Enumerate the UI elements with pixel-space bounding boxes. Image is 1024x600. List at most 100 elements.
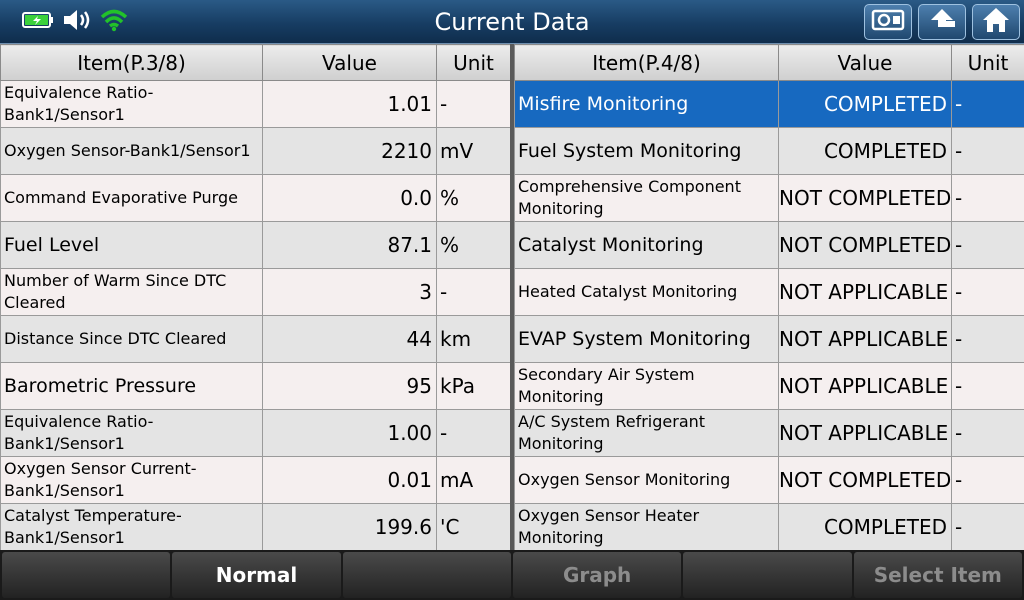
unit-cell: - [951, 315, 1024, 363]
table-row[interactable]: Oxygen Sensor Current-Bank1/Sensor1 0.01… [0, 456, 511, 504]
item-cell: Command Evaporative Purge [0, 174, 263, 222]
unit-cell: 'C [436, 503, 511, 551]
graph-button[interactable]: Graph [512, 552, 682, 598]
table-row-selected[interactable]: Misfire Monitoring COMPLETED - [514, 80, 1024, 128]
left-data-table: Item(P.3/8) Value Unit Equivalence Ratio… [0, 44, 511, 551]
item-cell: Equivalence Ratio-Bank1/Sensor1 [0, 409, 263, 457]
right-data-panel: Item(P.4/8) Value Unit Misfire Monitorin… [514, 44, 1024, 551]
item-cell: Comprehensive Component Monitoring [514, 174, 779, 222]
unit-cell: - [436, 268, 511, 316]
toolbar-button-5[interactable] [683, 552, 852, 598]
table-row[interactable]: Oxygen Sensor Heater Monitoring COMPLETE… [514, 503, 1024, 551]
table-row[interactable]: Distance Since DTC Cleared 44 km [0, 315, 511, 363]
value-cell: NOT COMPLETED [778, 456, 952, 504]
item-cell: Catalyst Temperature-Bank1/Sensor1 [0, 503, 263, 551]
camera-icon [871, 8, 905, 36]
table-row[interactable]: Equivalence Ratio-Bank1/Sensor1 1.00 - [0, 409, 511, 457]
table-row[interactable]: Secondary Air System Monitoring NOT APPL… [514, 362, 1024, 410]
unit-cell: - [436, 409, 511, 457]
column-header-value[interactable]: Value [262, 44, 437, 81]
unit-cell: mV [436, 127, 511, 175]
item-cell: Oxygen Sensor Current-Bank1/Sensor1 [0, 456, 263, 504]
value-cell: NOT COMPLETED [778, 221, 952, 269]
column-header-unit[interactable]: Unit [436, 44, 511, 81]
item-cell: Oxygen Sensor Monitoring [514, 456, 779, 504]
table-row[interactable]: EVAP System Monitoring NOT APPLICABLE - [514, 315, 1024, 363]
table-row[interactable]: Oxygen Sensor-Bank1/Sensor1 2210 mV [0, 127, 511, 175]
table-row[interactable]: Command Evaporative Purge 0.0 % [0, 174, 511, 222]
item-cell: Oxygen Sensor Heater Monitoring [514, 503, 779, 551]
item-cell: Catalyst Monitoring [514, 221, 779, 269]
home-button[interactable] [972, 4, 1020, 40]
right-data-table: Item(P.4/8) Value Unit Misfire Monitorin… [514, 44, 1024, 551]
table-row[interactable]: Oxygen Sensor Monitoring NOT COMPLETED - [514, 456, 1024, 504]
unit-cell: - [951, 456, 1024, 504]
value-cell: 95 [262, 362, 437, 410]
table-row[interactable]: Equivalence Ratio-Bank1/Sensor1 1.01 - [0, 80, 511, 128]
unit-cell: kPa [436, 362, 511, 410]
item-cell: Fuel Level [0, 221, 263, 269]
back-button[interactable] [918, 4, 966, 40]
value-cell: NOT APPLICABLE [778, 409, 952, 457]
left-data-panel: Item(P.3/8) Value Unit Equivalence Ratio… [0, 44, 511, 551]
unit-cell: % [436, 174, 511, 222]
value-cell: NOT COMPLETED [778, 174, 952, 222]
value-cell: 0.0 [262, 174, 437, 222]
value-cell: 1.01 [262, 80, 437, 128]
value-cell: 87.1 [262, 221, 437, 269]
item-cell: Oxygen Sensor-Bank1/Sensor1 [0, 127, 263, 175]
unit-cell: - [951, 174, 1024, 222]
camera-button[interactable] [864, 4, 912, 40]
value-cell: COMPLETED [778, 80, 952, 128]
value-cell: NOT APPLICABLE [778, 315, 952, 363]
value-cell: NOT APPLICABLE [778, 362, 952, 410]
toolbar-button-3[interactable] [342, 552, 511, 598]
unit-cell: % [436, 221, 511, 269]
item-cell: Equivalence Ratio-Bank1/Sensor1 [0, 80, 263, 128]
unit-cell: - [951, 362, 1024, 410]
column-header-item[interactable]: Item(P.4/8) [514, 44, 779, 81]
nav-buttons [864, 4, 1020, 40]
column-header-unit[interactable]: Unit [951, 44, 1024, 81]
item-cell: Distance Since DTC Cleared [0, 315, 263, 363]
right-header-row: Item(P.4/8) Value Unit [514, 44, 1024, 81]
unit-cell: - [951, 127, 1024, 175]
select-item-button[interactable]: Select Item [853, 552, 1022, 598]
unit-cell: - [951, 503, 1024, 551]
table-row[interactable]: Comprehensive Component Monitoring NOT C… [514, 174, 1024, 222]
item-cell: Barometric Pressure [0, 362, 263, 410]
table-row[interactable]: Fuel System Monitoring COMPLETED - [514, 127, 1024, 175]
unit-cell: mA [436, 456, 511, 504]
value-cell: COMPLETED [778, 127, 952, 175]
normal-button[interactable]: Normal [172, 552, 341, 598]
item-cell: Secondary Air System Monitoring [514, 362, 779, 410]
unit-cell: - [951, 268, 1024, 316]
value-cell: 0.01 [262, 456, 437, 504]
toolbar-button-1[interactable] [2, 552, 171, 598]
table-row[interactable]: Catalyst Temperature-Bank1/Sensor1 199.6… [0, 503, 511, 551]
item-cell: Heated Catalyst Monitoring [514, 268, 779, 316]
bottom-toolbar: Normal Graph Select Item [0, 550, 1024, 600]
value-cell: 2210 [262, 127, 437, 175]
table-row[interactable]: Number of Warm Since DTC Cleared 3 - [0, 268, 511, 316]
value-cell: 44 [262, 315, 437, 363]
table-row[interactable]: Heated Catalyst Monitoring NOT APPLICABL… [514, 268, 1024, 316]
value-cell: 3 [262, 268, 437, 316]
unit-cell: - [951, 80, 1024, 128]
item-cell: Number of Warm Since DTC Cleared [0, 268, 263, 316]
table-row[interactable]: Catalyst Monitoring NOT COMPLETED - [514, 221, 1024, 269]
unit-cell: - [951, 221, 1024, 269]
unit-cell: km [436, 315, 511, 363]
table-row[interactable]: Barometric Pressure 95 kPa [0, 362, 511, 410]
value-cell: COMPLETED [778, 503, 952, 551]
table-row[interactable]: A/C System Refrigerant Monitoring NOT AP… [514, 409, 1024, 457]
back-arrow-icon [927, 7, 957, 37]
table-row[interactable]: Fuel Level 87.1 % [0, 221, 511, 269]
value-cell: 1.00 [262, 409, 437, 457]
unit-cell: - [436, 80, 511, 128]
item-cell: EVAP System Monitoring [514, 315, 779, 363]
column-header-value[interactable]: Value [778, 44, 952, 81]
column-header-item[interactable]: Item(P.3/8) [0, 44, 263, 81]
left-header-row: Item(P.3/8) Value Unit [0, 44, 511, 81]
title-bar: Current Data [0, 0, 1024, 44]
